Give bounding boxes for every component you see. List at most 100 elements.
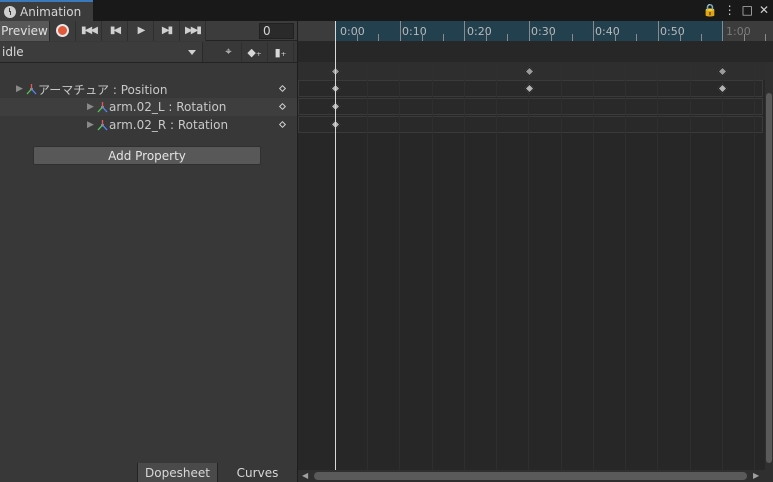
play-icon: ▶ xyxy=(137,25,146,36)
maximize-icon[interactable]: □ xyxy=(742,2,753,18)
dopesheet-panel[interactable]: 0:00 0:10 0:20 0:30 0:40 0:50 1:00 ◀ ▶ xyxy=(298,21,773,482)
timeline-grid-line xyxy=(464,62,465,474)
ruler-label: 0:00 xyxy=(340,25,365,38)
prev-frame-button[interactable]: ▮◀ xyxy=(102,20,128,41)
first-frame-icon: ▮◀◀ xyxy=(81,25,98,36)
horizontal-scroll-thumb[interactable] xyxy=(314,472,747,480)
timeline-grid-line xyxy=(367,62,368,474)
timeline-grid-line xyxy=(399,62,400,474)
tab-bar: Animation 🔒 ⋮ □ ✕ xyxy=(0,0,773,21)
add-keyframe-icon: ◆₊ xyxy=(247,45,262,59)
bone-icon xyxy=(97,101,108,112)
ruler-label: 1:00 xyxy=(726,25,751,38)
ruler-major-tick xyxy=(658,21,659,41)
playback-toolbar: Preview ▮◀◀ ▮◀ ▶ ▶▮ ▶▶▮ 0 xyxy=(0,20,297,41)
ruler-minor-tick xyxy=(572,34,573,41)
prev-frame-icon: ▮◀ xyxy=(109,25,121,36)
expand-triangle-icon[interactable]: ▶ xyxy=(16,84,26,94)
property-label: arm.02_L : Rotation xyxy=(109,100,227,114)
record-icon xyxy=(56,24,69,37)
tab-dopesheet[interactable]: Dopesheet xyxy=(137,463,217,482)
ruler-label: 0:20 xyxy=(467,25,492,38)
ruler-major-tick xyxy=(464,21,465,41)
ruler-minor-tick xyxy=(443,34,444,41)
expand-triangle-icon[interactable]: ▶ xyxy=(87,120,97,130)
keyframe-diamond-icon[interactable] xyxy=(278,102,287,111)
ruler-major-tick xyxy=(722,21,723,41)
clock-icon xyxy=(4,5,16,18)
timeline-grid-line xyxy=(754,62,755,474)
ruler-minor-tick xyxy=(422,34,423,41)
clip-toolbar: idle ⌖ ◆₊ ▮₊ xyxy=(0,42,297,63)
scroll-left-icon[interactable]: ◀ xyxy=(302,471,308,480)
property-label: アーマチュア : Position xyxy=(38,82,168,97)
preview-button[interactable]: Preview xyxy=(0,20,50,41)
ruler-minor-tick xyxy=(636,34,637,41)
last-frame-icon: ▶▶▮ xyxy=(185,25,202,36)
ruler-minor-tick xyxy=(551,34,552,41)
keyframe-diamond-icon[interactable] xyxy=(278,84,287,93)
property-row-arm-l[interactable]: ▶ arm.02_L : Rotation xyxy=(0,98,297,116)
timeline-grid-line xyxy=(432,62,433,474)
ruler-minor-tick xyxy=(507,34,508,41)
expand-triangle-icon[interactable]: ▶ xyxy=(87,102,97,112)
timeline-grid-line xyxy=(528,62,529,474)
lock-icon[interactable]: 🔒 xyxy=(703,2,718,18)
add-keyframe-button[interactable]: ◆₊ xyxy=(242,42,268,62)
ruler-major-tick xyxy=(400,21,401,41)
timeline-grid-line xyxy=(690,62,691,474)
ruler-minor-tick xyxy=(378,34,379,41)
bone-icon xyxy=(97,119,108,130)
ruler-minor-tick xyxy=(744,34,745,41)
add-event-button[interactable]: ▮₊ xyxy=(268,42,294,62)
tab-curves[interactable]: Curves xyxy=(217,463,297,482)
time-ruler[interactable]: 0:00 0:10 0:20 0:30 0:40 0:50 1:00 xyxy=(298,21,773,41)
frame-input[interactable]: 0 xyxy=(259,23,294,39)
add-event-icon: ▮₊ xyxy=(274,45,287,59)
horizontal-scrollbar[interactable]: ◀ ▶ xyxy=(298,470,765,482)
next-frame-button[interactable]: ▶▮ xyxy=(154,20,180,41)
view-mode-tabs: Dopesheet Curves xyxy=(137,463,297,482)
add-property-button[interactable]: Add Property xyxy=(33,146,261,165)
property-row-arm-r[interactable]: ▶ arm.02_R : Rotation xyxy=(0,116,297,134)
next-frame-icon: ▶▮ xyxy=(161,25,173,36)
vertical-scrollbar[interactable] xyxy=(765,63,773,482)
timeline-grid-line xyxy=(561,62,562,474)
timeline-grid-line xyxy=(657,62,658,474)
ruler-minor-tick xyxy=(615,34,616,41)
bone-icon xyxy=(26,83,37,94)
timeline-grid-line xyxy=(625,62,626,474)
ruler-minor-tick xyxy=(765,34,766,41)
clip-dropdown-value: idle xyxy=(2,45,24,59)
first-frame-button[interactable]: ▮◀◀ xyxy=(76,20,102,41)
play-button[interactable]: ▶ xyxy=(128,20,154,41)
tab-title: Animation xyxy=(20,4,82,19)
vertical-scroll-thumb[interactable] xyxy=(766,93,772,463)
property-row-position[interactable]: ▶ アーマチュア : Position xyxy=(0,80,297,98)
ruler-major-tick xyxy=(593,21,594,41)
scroll-right-icon[interactable]: ▶ xyxy=(753,471,759,480)
ruler-minor-tick xyxy=(701,34,702,41)
left-panel: Preview ▮◀◀ ▮◀ ▶ ▶▮ ▶▶▮ 0 idle ⌖ ◆₊ ▮₊ ▶… xyxy=(0,20,297,482)
summary-track xyxy=(298,62,773,80)
ruler-minor-tick xyxy=(680,34,681,41)
playhead[interactable] xyxy=(335,21,336,470)
menu-icon[interactable]: ⋮ xyxy=(724,2,736,18)
ruler-minor-tick xyxy=(357,34,358,41)
tab-animation[interactable]: Animation xyxy=(0,0,93,21)
ruler-minor-tick xyxy=(486,34,487,41)
property-label: arm.02_R : Rotation xyxy=(109,118,229,132)
crosshair-icon: ⌖ xyxy=(225,45,232,58)
filter-keyframes-button[interactable]: ⌖ xyxy=(216,42,242,62)
timeline-grid-line xyxy=(722,62,723,474)
timeline-grid-line xyxy=(593,62,594,474)
ruler-major-tick xyxy=(529,21,530,41)
clip-dropdown[interactable]: idle xyxy=(0,42,203,62)
last-frame-button[interactable]: ▶▶▮ xyxy=(180,20,206,41)
close-icon[interactable]: ✕ xyxy=(759,2,769,18)
window-controls: 🔒 ⋮ □ ✕ xyxy=(703,2,769,18)
timeline-grid-line xyxy=(496,62,497,474)
keyframe-diamond-icon[interactable] xyxy=(278,120,287,129)
record-button[interactable] xyxy=(50,20,76,41)
chevron-down-icon xyxy=(188,50,196,55)
